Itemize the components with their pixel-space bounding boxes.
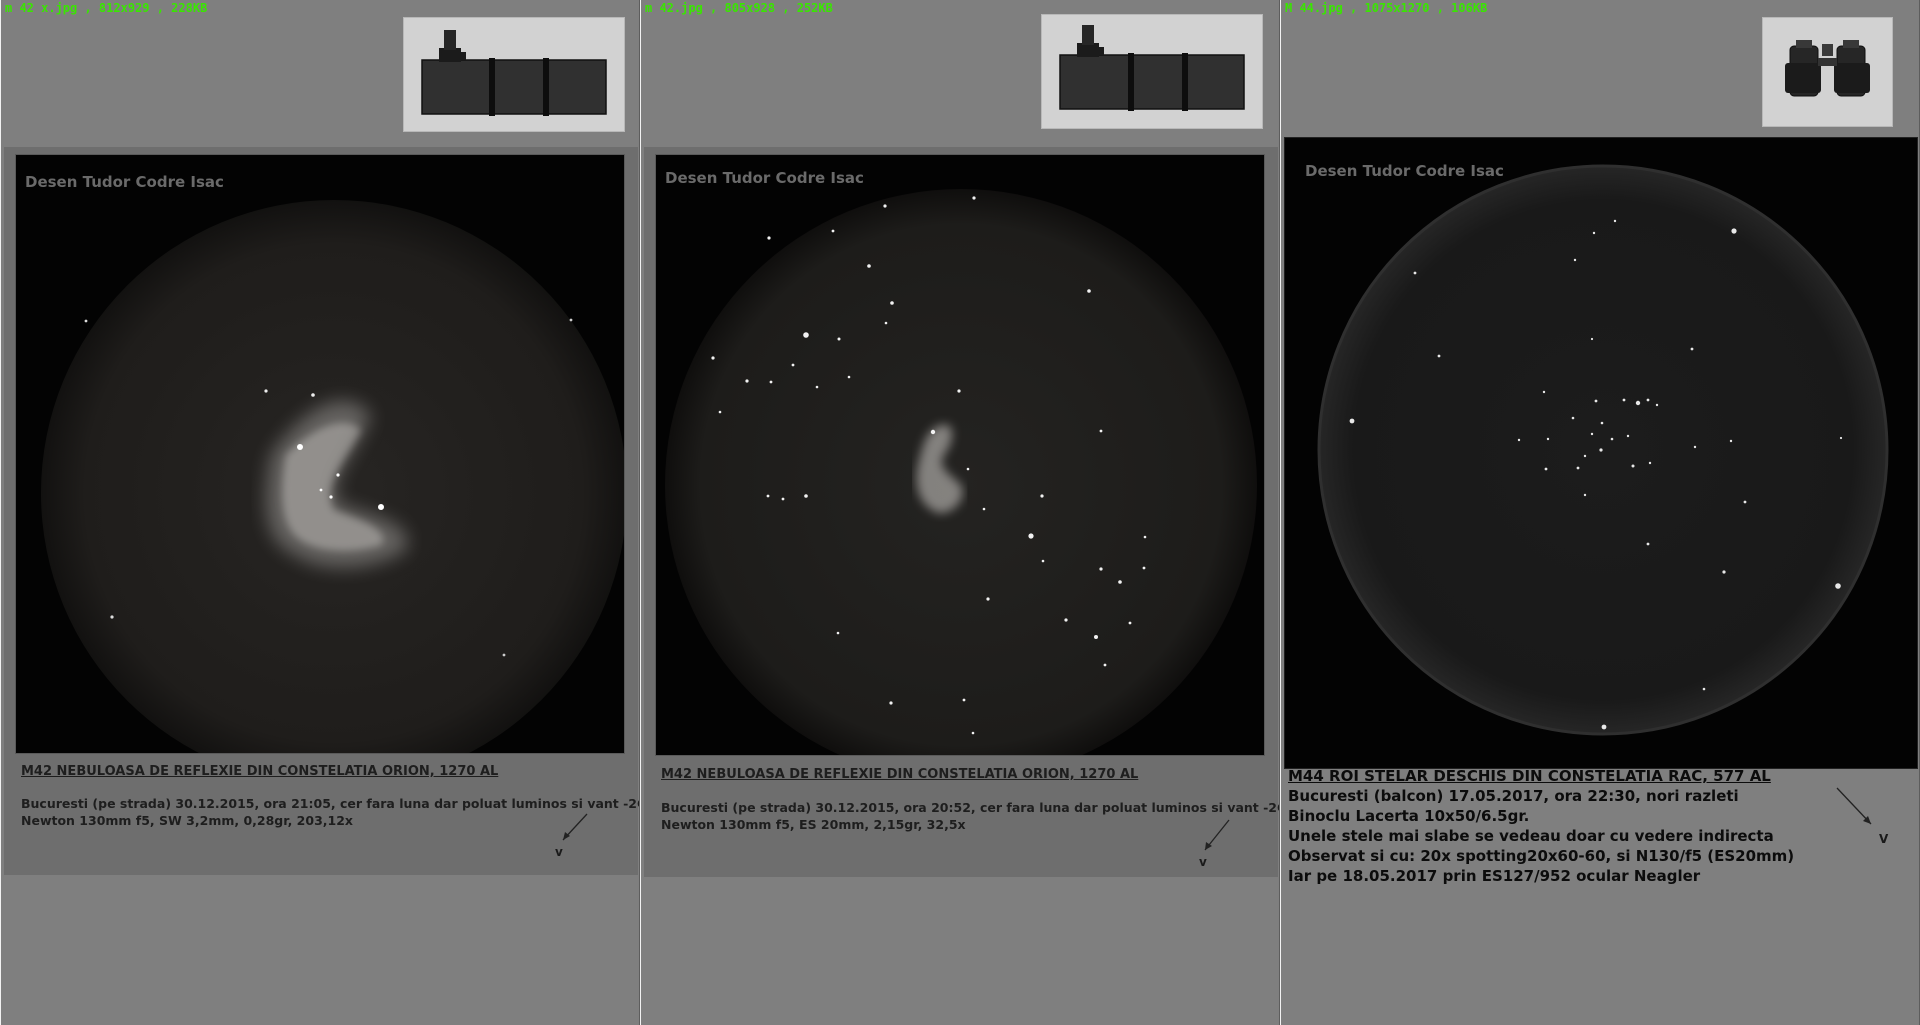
star [502,653,506,657]
star [264,389,268,393]
eyepiece-field-drawing [41,200,624,753]
sketch-m42-high-magnification[interactable]: Desen Tudor Codre Isac [15,154,625,754]
watermark-label: Desen Tudor Codre Isac [665,169,864,187]
sketch-m44-binocular-field[interactable]: Desen Tudor Codre Isac [1284,137,1918,769]
north-label: V [1879,832,1889,846]
north-label: v [555,845,563,859]
sketch-title: M42 NEBULOASA DE REFLEXIE DIN CONSTELATI… [661,767,1139,782]
newtonian-telescope-icon [1059,25,1245,111]
additional-instruments: Observat si cu: 20x spotting20x60-60, si… [1288,847,1795,865]
observation-details: Bucuresti (balcon) 17.05.2017, ora 22:30… [1288,787,1739,805]
file-info-label: m 42 x.jpg , 812x929 , 228KB [5,1,208,15]
observation-details: Bucuresti (pe strada) 30.12.2015, ora 20… [661,800,1280,815]
star [110,615,114,619]
equipment-details: Newton 130mm f5, ES 20mm, 2,15gr, 32,5x [661,817,966,832]
star [319,488,323,492]
image-viewer: m 42 x.jpg , 812x929 , 228KB Desen Tudor… [0,0,1920,1025]
star [378,504,384,510]
file-info-label: m 42.jpg , 805x928 , 252KB [645,1,833,15]
star [297,444,303,450]
north-label: v [1199,855,1207,869]
observation-details: Bucuresti (pe strada) 30.12.2015, ora 21… [21,796,640,811]
equipment-details: Newton 130mm f5, SW 3,2mm, 0,28gr, 203,1… [21,813,353,828]
followup-observation: Iar pe 18.05.2017 prin ES127/952 ocular … [1288,867,1701,885]
watermark-label: Desen Tudor Codre Isac [1305,162,1504,180]
image-pane-m42-x[interactable]: m 42 x.jpg , 812x929 , 228KB Desen Tudor… [0,0,640,1025]
field-of-view-circle [1317,164,1889,736]
sketch-title: M44 ROI STELAR DESCHIS DIN CONSTELATIA R… [1288,767,1771,785]
eyepiece-field-drawing [1317,164,1889,736]
star [329,495,333,499]
telescope-thumbnail [403,17,625,132]
equipment-details: Binoclu Lacerta 10x50/6.5gr. [1288,807,1530,825]
image-pane-m42[interactable]: m 42.jpg , 805x928 , 252KB Desen Tudor C… [640,0,1280,1025]
observation-notes: Unele stele mai slabe se vedeau doar cu … [1288,827,1774,845]
sketch-m42-wide-field[interactable]: Desen Tudor Codre Isac [655,154,1265,756]
watermark-label: Desen Tudor Codre Isac [25,173,224,191]
star [336,473,340,477]
binoculars-icon [1785,40,1870,97]
binoculars-thumbnail [1762,17,1893,127]
file-info-label: M 44.jpg , 1075x1270 , 106KB [1285,1,1488,15]
telescope-thumbnail [1041,14,1263,129]
newtonian-telescope-icon [421,30,607,116]
sketch-title: M42 NEBULOASA DE REFLEXIE DIN CONSTELATI… [21,764,499,779]
star [311,393,315,397]
star [569,318,573,322]
star [84,319,88,323]
north-arrow-icon [1836,787,1872,825]
field-of-view-circle [665,189,1257,755]
eyepiece-field-drawing [665,189,1257,755]
image-pane-m44[interactable]: M 44.jpg , 1075x1270 , 106KB Desen Tudor… [1280,0,1920,1025]
